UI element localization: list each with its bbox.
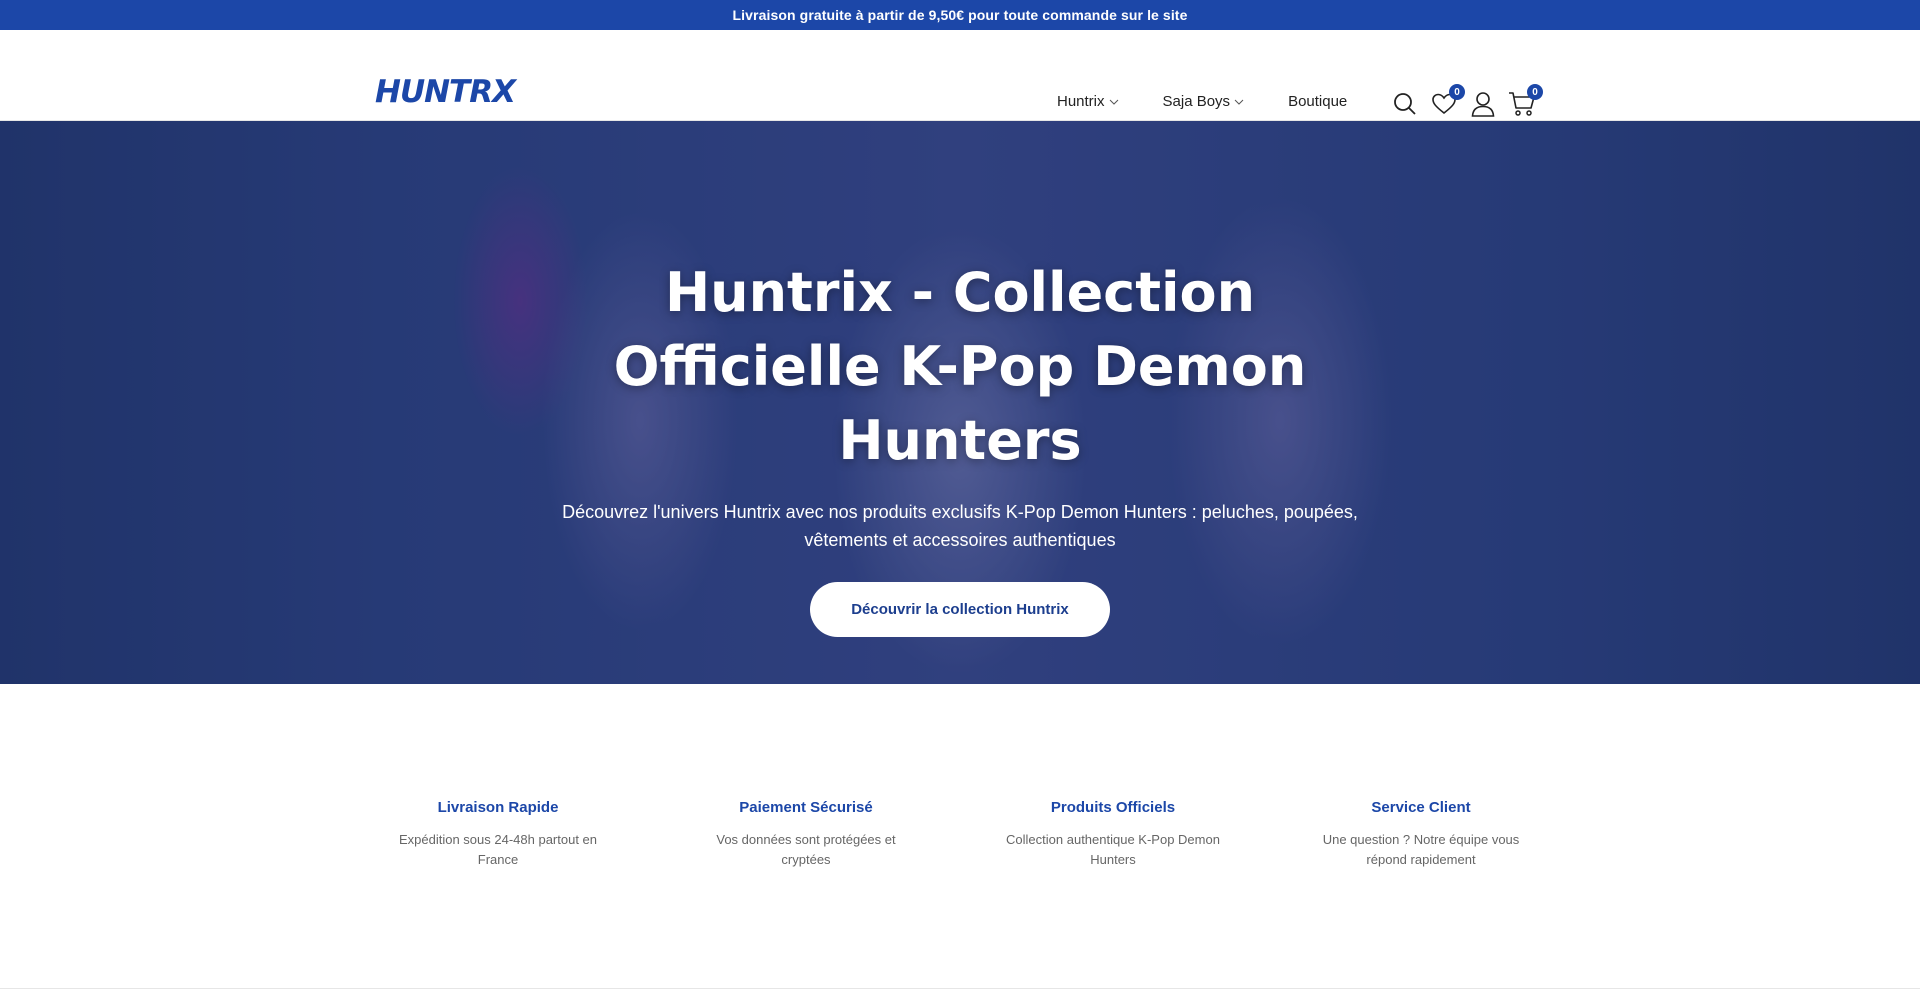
headset-icon — [1306, 760, 1536, 796]
feature-title: Produits Officiels — [1050, 799, 1176, 816]
nav-item-label: Boutique — [1288, 93, 1348, 110]
feature-official-products: Produits Officiels Collection authentiqu… — [998, 760, 1228, 870]
nav-item-boutique[interactable]: Boutique — [1288, 93, 1347, 110]
nav-item-huntrix[interactable]: Huntrix — [1057, 93, 1119, 110]
feature-description: Une question ? Notre équipe vous répond … — [1322, 832, 1520, 867]
feature-fast-delivery: Livraison Rapide Expédition sous 24-48h … — [383, 760, 613, 870]
feature-title: Service Client — [1371, 799, 1471, 816]
feature-title: Paiement Sécurisé — [739, 799, 873, 816]
header-icons: 0 0 — [1385, 84, 1543, 120]
wishlist-button[interactable]: 0 — [1424, 84, 1465, 120]
chevron-down-icon — [1234, 99, 1244, 105]
chevron-down-icon — [1109, 99, 1118, 105]
huntrx-logo[interactable]: HUNTRX — [375, 60, 525, 120]
cart-button[interactable]: 0 — [1502, 84, 1543, 120]
feature-description: Collection authentique K-Pop Demon Hunte… — [1006, 832, 1220, 867]
section-divider — [0, 988, 1920, 989]
search-icon — [1393, 93, 1416, 115]
hero-subtitle: Découvrez l'univers Huntrix avec nos pro… — [562, 502, 1358, 550]
svg-text:HUNTRX: HUNTRX — [375, 74, 518, 110]
feature-customer-service: Service Client Une question ? Notre équi… — [1306, 760, 1536, 870]
cart-count-badge: 0 — [1527, 84, 1543, 100]
certificate-icon — [998, 760, 1228, 796]
search-button[interactable] — [1385, 88, 1424, 120]
nav-item-label: Saja Boys — [1162, 93, 1231, 110]
account-button[interactable] — [1463, 88, 1502, 120]
user-icon — [1471, 92, 1494, 117]
truck-icon — [383, 760, 613, 796]
hero-content: Huntrix - Collection Officielle K-Pop De… — [0, 121, 1920, 637]
announcement-text: Livraison gratuite à partir de 9,50€ pou… — [732, 7, 1188, 23]
feature-description: Vos données sont protégées et cryptées — [716, 832, 896, 867]
lock-icon — [691, 760, 921, 796]
site-header: HUNTRX Huntrix Saja Boys Boutique 0 0 — [0, 30, 1920, 121]
feature-secure-payment: Paiement Sécurisé Vos données sont proté… — [691, 760, 921, 870]
nav-item-label: Huntrix — [1057, 93, 1105, 110]
features-section: Livraison Rapide Expédition sous 24-48h … — [0, 760, 1920, 900]
announcement-bar: Livraison gratuite à partir de 9,50€ pou… — [0, 0, 1920, 30]
feature-description: Expédition sous 24-48h partout en France — [398, 832, 598, 867]
feature-title: Livraison Rapide — [437, 799, 559, 816]
nav-item-saja-boys[interactable]: Saja Boys — [1163, 93, 1245, 110]
hero-banner: Huntrix - Collection Officielle K-Pop De… — [0, 121, 1920, 684]
hero-title: Huntrix - Collection Officielle K-Pop De… — [613, 261, 1307, 472]
discover-collection-button[interactable]: Découvrir la collection Huntrix — [810, 582, 1110, 637]
main-nav: Huntrix Saja Boys Boutique — [1057, 93, 1391, 110]
